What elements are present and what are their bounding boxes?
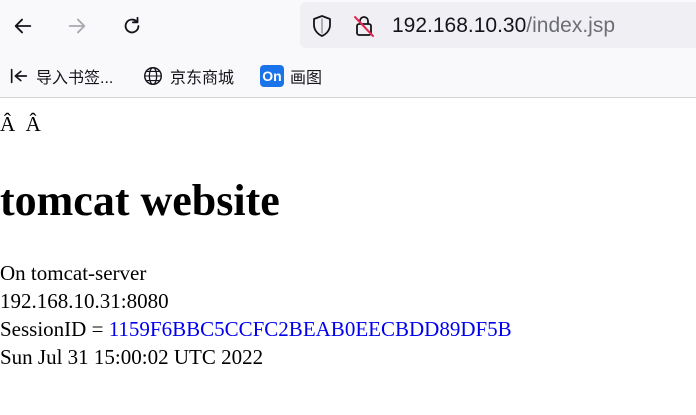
address-bar[interactable]: 192.168.10.30/index.jsp: [300, 2, 696, 48]
session-line: SessionID = 1159F6BBC5CCFC2BEAB0EECBDD89…: [0, 315, 512, 343]
import-icon: [10, 68, 28, 84]
reload-icon: [124, 16, 140, 34]
bookmark-import[interactable]: 导入书签...: [8, 65, 113, 87]
bookmarks-toolbar: 导入书签... 京东商城 On 画图: [0, 54, 696, 98]
url-text[interactable]: 192.168.10.30/index.jsp: [392, 13, 615, 39]
forward-button[interactable]: [60, 9, 94, 43]
on-badge-icon: On: [260, 65, 284, 87]
insecure-lock-icon[interactable]: [352, 14, 376, 38]
server-address-line: 192.168.10.31:8080: [0, 289, 169, 313]
date-line: Sun Jul 31 15:00:02 UTC 2022: [0, 345, 264, 369]
back-arrow-icon: [14, 18, 32, 34]
url-path: /index.jsp: [526, 14, 616, 37]
server-name-line: On tomcat-server: [0, 261, 147, 285]
bookmark-label: 导入书签...: [36, 70, 114, 87]
page-heading: tomcat website: [0, 176, 280, 225]
shield-icon[interactable]: [310, 14, 334, 38]
bookmark-label: 京东商城: [170, 70, 235, 87]
bookmark-label: 画图: [290, 70, 323, 87]
session-id-link[interactable]: 1159F6BBC5CCFC2BEAB0EECBDD89DF5B: [109, 317, 512, 341]
reload-button[interactable]: [115, 9, 149, 43]
session-label: SessionID =: [0, 317, 109, 341]
bookmark-jd[interactable]: 京东商城: [142, 65, 234, 87]
forward-arrow-icon: [68, 18, 86, 34]
browser-toolbar: 192.168.10.30/index.jsp: [0, 0, 696, 54]
back-button[interactable]: [6, 9, 40, 43]
bookmark-paint[interactable]: On 画图: [260, 65, 322, 87]
globe-icon: [144, 67, 162, 85]
url-host: 192.168.10.30: [392, 14, 527, 37]
garbled-text: Â Â: [0, 112, 41, 136]
page-content: Â Â tomcat website On tomcat-server 192.…: [0, 99, 696, 415]
